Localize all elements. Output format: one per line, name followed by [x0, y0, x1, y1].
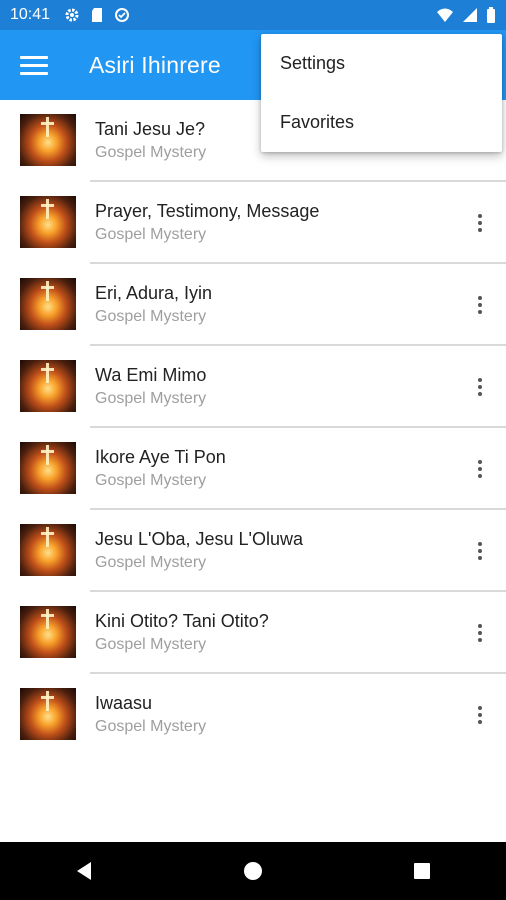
more-vert-icon[interactable]: [470, 374, 490, 400]
sd-card-icon: [92, 8, 103, 22]
back-icon[interactable]: [54, 851, 114, 891]
list-item-subtitle: Gospel Mystery: [95, 308, 207, 325]
status-right-icons: [436, 7, 496, 23]
album-art-thumbnail: [20, 278, 76, 330]
more-vert-icon[interactable]: [470, 620, 490, 646]
more-vert-icon[interactable]: [470, 538, 490, 564]
list-item-subtitle: Gospel Mystery: [95, 144, 207, 161]
list-item-subtitle: Gospel Mystery: [95, 718, 207, 735]
list-item-subtitle: Gospel Mystery: [95, 226, 207, 243]
album-art-thumbnail: [20, 606, 76, 658]
list-item[interactable]: Iwaasu Gospel Mystery: [0, 674, 506, 756]
status-left-icons: [64, 7, 130, 23]
more-vert-icon[interactable]: [470, 292, 490, 318]
app-title: Asiri Ihinrere: [89, 51, 221, 78]
album-art-thumbnail: [20, 688, 76, 740]
list-item[interactable]: Prayer, Testimony, Message Gospel Myster…: [0, 182, 506, 264]
list-item-title: Kini Otito? Tani Otito?: [95, 611, 269, 631]
list-item[interactable]: Ikore Aye Ti Pon Gospel Mystery: [0, 428, 506, 510]
gear-icon: [65, 8, 79, 22]
album-art-thumbnail: [20, 114, 76, 166]
list-item-subtitle: Gospel Mystery: [95, 554, 207, 571]
list-item-title: Jesu L'Oba, Jesu L'Oluwa: [95, 529, 303, 549]
more-vert-icon[interactable]: [470, 702, 490, 728]
list-item-title: Tani Jesu Je?: [95, 119, 206, 139]
list-item[interactable]: Kini Otito? Tani Otito? Gospel Mystery: [0, 592, 506, 674]
list-item-title: Prayer, Testimony, Message: [95, 201, 320, 221]
album-art-thumbnail: [20, 360, 76, 412]
wifi-icon: [437, 8, 453, 22]
list-item-title: Iwaasu: [95, 693, 153, 713]
menu-item-settings[interactable]: Settings: [261, 34, 502, 93]
overflow-menu: Settings Favorites: [261, 34, 502, 152]
recents-icon[interactable]: [392, 851, 452, 891]
album-art-thumbnail: [20, 442, 76, 494]
home-icon[interactable]: [223, 851, 283, 891]
list-item-title: Ikore Aye Ti Pon: [95, 447, 226, 467]
battery-icon: [487, 7, 495, 23]
status-time: 10:41: [10, 6, 51, 23]
list-item-subtitle: Gospel Mystery: [95, 472, 207, 489]
data-saver-icon: [115, 8, 130, 22]
list-item-subtitle: Gospel Mystery: [95, 390, 207, 407]
song-list: Tani Jesu Je? Gospel Mystery Prayer, Tes…: [0, 100, 506, 756]
list-item[interactable]: Eri, Adura, Iyin Gospel Mystery: [0, 264, 506, 346]
cell-signal-icon: [463, 8, 477, 22]
list-item[interactable]: Wa Emi Mimo Gospel Mystery: [0, 346, 506, 428]
album-art-thumbnail: [20, 524, 76, 576]
more-vert-icon[interactable]: [470, 456, 490, 482]
album-art-thumbnail: [20, 196, 76, 248]
menu-item-favorites[interactable]: Favorites: [261, 93, 502, 152]
more-vert-icon[interactable]: [470, 210, 490, 236]
list-item-subtitle: Gospel Mystery: [95, 636, 207, 653]
list-item-title: Wa Emi Mimo: [95, 365, 207, 385]
list-item-title: Eri, Adura, Iyin: [95, 283, 213, 303]
system-nav-bar: [0, 842, 506, 900]
list-item[interactable]: Jesu L'Oba, Jesu L'Oluwa Gospel Mystery: [0, 510, 506, 592]
hamburger-icon[interactable]: [20, 51, 48, 79]
status-bar: 10:41: [0, 0, 506, 30]
